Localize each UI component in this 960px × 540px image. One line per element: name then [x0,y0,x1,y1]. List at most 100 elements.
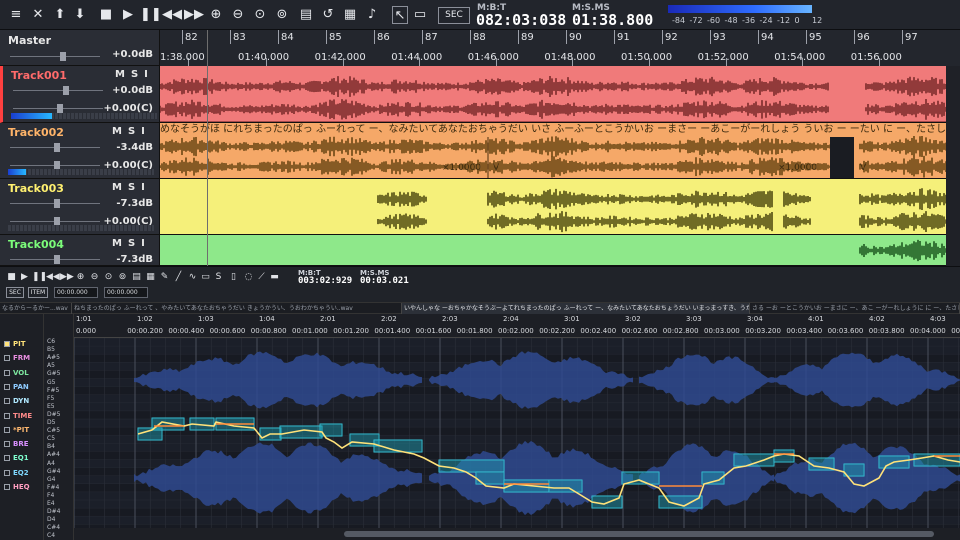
comment-icon[interactable]: ▭ [200,272,211,283]
scrollbar-thumb[interactable] [344,531,934,537]
arrow-down-icon[interactable]: ⬇ [72,6,88,24]
menu-icon[interactable]: ≡ [8,6,24,24]
note-icon[interactable]: ♪ [364,6,380,24]
zoom-reset-icon[interactable]: ⊚ [274,6,290,24]
timeline-ruler[interactable]: 82 83 84 85 86 87 88 89 90 91 92 93 94 95 96 97 1:38.000… [160,30,960,66]
master-fader-knob[interactable] [60,52,66,61]
mute-button[interactable]: M [112,182,128,193]
track-msi-buttons[interactable]: MSI [112,238,151,249]
rewind-icon[interactable]: ◀◀ [162,6,182,24]
track-header[interactable]: Track003 MSI -7.3dB +0.00(C) [0,179,160,235]
param-checkbox[interactable] [4,369,10,376]
track-name[interactable]: Track001 [11,69,67,82]
input-button[interactable]: I [144,69,154,80]
playhead[interactable] [207,30,208,266]
editor-pause-icon[interactable]: ❚❚ [32,272,47,283]
editor-sec-button[interactable]: SEC [6,287,24,298]
param-checkbox[interactable] [4,383,10,390]
stop-icon[interactable]: ■ [98,6,114,24]
horizontal-scrollbar[interactable] [74,528,960,540]
param-eq2[interactable]: EQ2 [4,469,29,477]
param-checkbox[interactable] [4,441,10,448]
loop-icon[interactable]: ↺ [320,6,336,24]
volume-fader-knob[interactable] [54,255,60,264]
input-button[interactable]: I [141,238,151,249]
split-icon[interactable]: S [213,272,224,283]
param-checkbox[interactable] [4,355,10,362]
param-checkbox[interactable] [4,469,10,476]
input-button[interactable]: I [141,126,151,137]
param-checkbox[interactable] [4,426,10,433]
param-vol[interactable]: VOL [4,369,29,377]
sec-button[interactable]: SEC [438,7,470,24]
input-button[interactable]: I [141,182,151,193]
mute-button[interactable]: M [112,238,128,249]
editor-forward-icon[interactable]: ▶▶ [60,272,74,283]
param-bre[interactable]: BRE [4,440,29,448]
param-frm[interactable]: FRM [4,354,30,362]
track-lane[interactable] [160,179,946,235]
clip-tab[interactable]: ねちまったのぱっ ふーれって 、やみたいてあなたおちゃうだい きょうかうい、うお… [72,303,402,314]
editor-zoom-in-icon[interactable]: ⊕ [75,272,86,283]
editor-lyrics-icon[interactable]: ▤ [131,272,142,283]
solo-button[interactable]: S [128,182,141,193]
solo-button[interactable]: S [128,126,141,137]
arrow-up-icon[interactable]: ⬆ [52,6,68,24]
param-checkbox[interactable] [4,484,10,490]
param-time[interactable]: TIME [4,412,32,420]
zoom-fit-icon[interactable]: ⊙ [252,6,268,24]
clip-tab[interactable]: いやんしゃな ーおちゃかなそうぶーよてれちまったのぱっ ふーれって ー、なみたい… [402,303,750,314]
lyrics-bar[interactable]: めなそうがほ にれちまったのぱっ ふーれって ー、なみたいてあなたおちゃうだい … [160,123,946,137]
play-icon[interactable]: ▶ [120,6,136,24]
grid-icon[interactable]: ▦ [342,6,358,24]
volume-fader-knob[interactable] [63,86,69,95]
roll-ruler[interactable]: 1:01 1:02 1:03 1:04 2:01 2:02 2:03 2:04 3:01 3:02… [74,314,960,338]
track-name[interactable]: Track003 [8,182,64,195]
editor-zoom-out-icon[interactable]: ⊖ [89,272,100,283]
track-header[interactable]: Track002 MSI -3.4dB +0.00(C) [0,123,160,179]
solo-button[interactable]: S [131,69,144,80]
track-name[interactable]: Track002 [8,126,64,139]
end-time-input[interactable]: 00:00.000 [104,287,148,298]
volume-fader[interactable] [13,90,103,91]
param-checkbox[interactable] [4,398,10,405]
lasso-icon[interactable]: ◌ [243,272,254,283]
volume-fader-knob[interactable] [54,143,60,152]
zoom-out-icon[interactable]: ⊖ [230,6,246,24]
editor-play-icon[interactable]: ▶ [19,272,30,283]
volume-fader-knob[interactable] [54,199,60,208]
editor-grid-icon[interactable]: ▦ [145,272,156,283]
track-header[interactable]: Track004 MSI -7.3dB [0,235,160,266]
pan-fader-knob[interactable] [57,104,63,113]
mute-button[interactable]: M [115,69,131,80]
editor-zoom-reset-icon[interactable]: ⊚ [117,272,128,283]
close-icon[interactable]: ✕ [30,6,46,24]
pause-icon[interactable]: ❚❚ [140,6,162,24]
line-icon[interactable]: ╱ [173,272,184,283]
track-lane[interactable] [160,66,946,123]
track-header[interactable]: Track001 MSI +0.0dB +0.00(C) [0,66,160,123]
stretch-icon[interactable]: ⟋ [256,272,267,283]
track-msi-buttons[interactable]: MSI [115,69,154,80]
track-lane[interactable] [160,235,946,266]
solo-button[interactable]: S [128,238,141,249]
bar-icon[interactable]: ▬ [269,272,280,283]
editor-stop-icon[interactable]: ■ [6,272,17,283]
track-name[interactable]: Track004 [8,238,64,251]
select-rect-icon[interactable]: ▭ [412,6,428,24]
track-scrollbar[interactable] [946,66,960,266]
param-eq1[interactable]: EQ1 [4,454,29,462]
start-time-input[interactable]: 00:00.000 [54,287,98,298]
track-msi-buttons[interactable]: MSI [112,126,151,137]
pitch-editor-canvas[interactable] [74,338,960,528]
param-pan[interactable]: PAN [4,383,29,391]
track-lane[interactable]: めなそうがほ にれちまったのぱっ ふーれって ー、なみたいてあなたおちゃうだい … [160,123,946,179]
clip-tab[interactable]: なるからーるかー...wav [0,303,72,314]
master-fader[interactable] [10,56,100,57]
param-pit[interactable]: PIT [4,340,26,348]
curve-icon[interactable]: ∿ [187,272,198,283]
param-heq[interactable]: HEQ [4,483,30,491]
track-msi-buttons[interactable]: MSI [112,182,151,193]
param-star-pit[interactable]: *PIT [4,426,29,434]
pencil-icon[interactable]: ✎ [159,272,170,283]
